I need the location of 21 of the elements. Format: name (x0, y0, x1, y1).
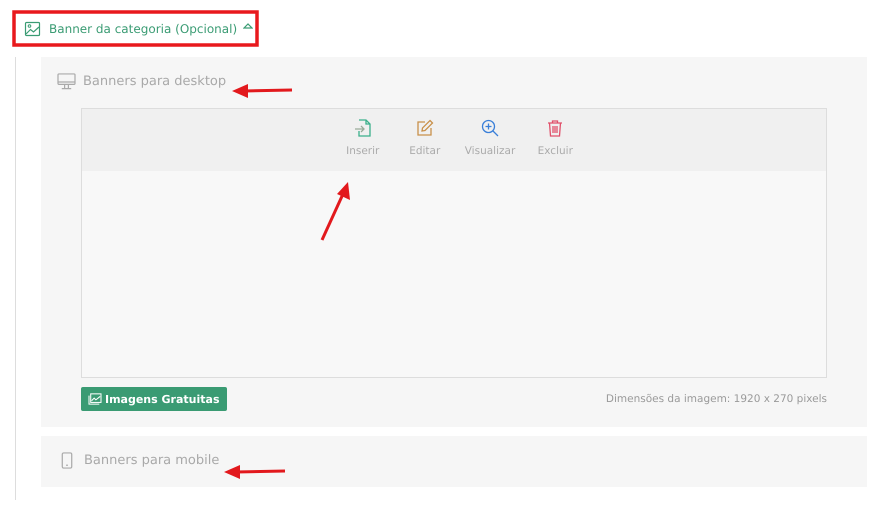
panel-title: Banners para desktop (83, 74, 226, 89)
phone-icon (61, 452, 73, 469)
pencil-icon (416, 119, 434, 137)
annotation-arrow (224, 465, 286, 479)
picture-icon (24, 21, 41, 37)
image-dimensions: Dimensões da imagem: 1920 x 270 pixels (606, 393, 827, 405)
file-import-icon (354, 119, 372, 137)
zoom-in-icon (481, 119, 499, 137)
insert-button[interactable]: Inserir (340, 109, 385, 171)
panel-title: Banners para mobile (84, 453, 220, 468)
annotation-arrow (320, 182, 350, 241)
view-button[interactable]: Visualizar (464, 109, 516, 171)
annotation-arrow (232, 84, 292, 98)
section-title[interactable]: Banner da categoria (Opcional) (49, 22, 238, 36)
delete-button[interactable]: Excluir (533, 109, 578, 171)
trash-icon (546, 119, 564, 137)
edit-button[interactable]: Editar (402, 109, 447, 171)
monitor-icon (57, 73, 76, 90)
images-icon (88, 393, 102, 405)
free-images-button[interactable]: Imagens Gratuitas (81, 387, 226, 411)
caret-icon[interactable] (243, 22, 254, 30)
